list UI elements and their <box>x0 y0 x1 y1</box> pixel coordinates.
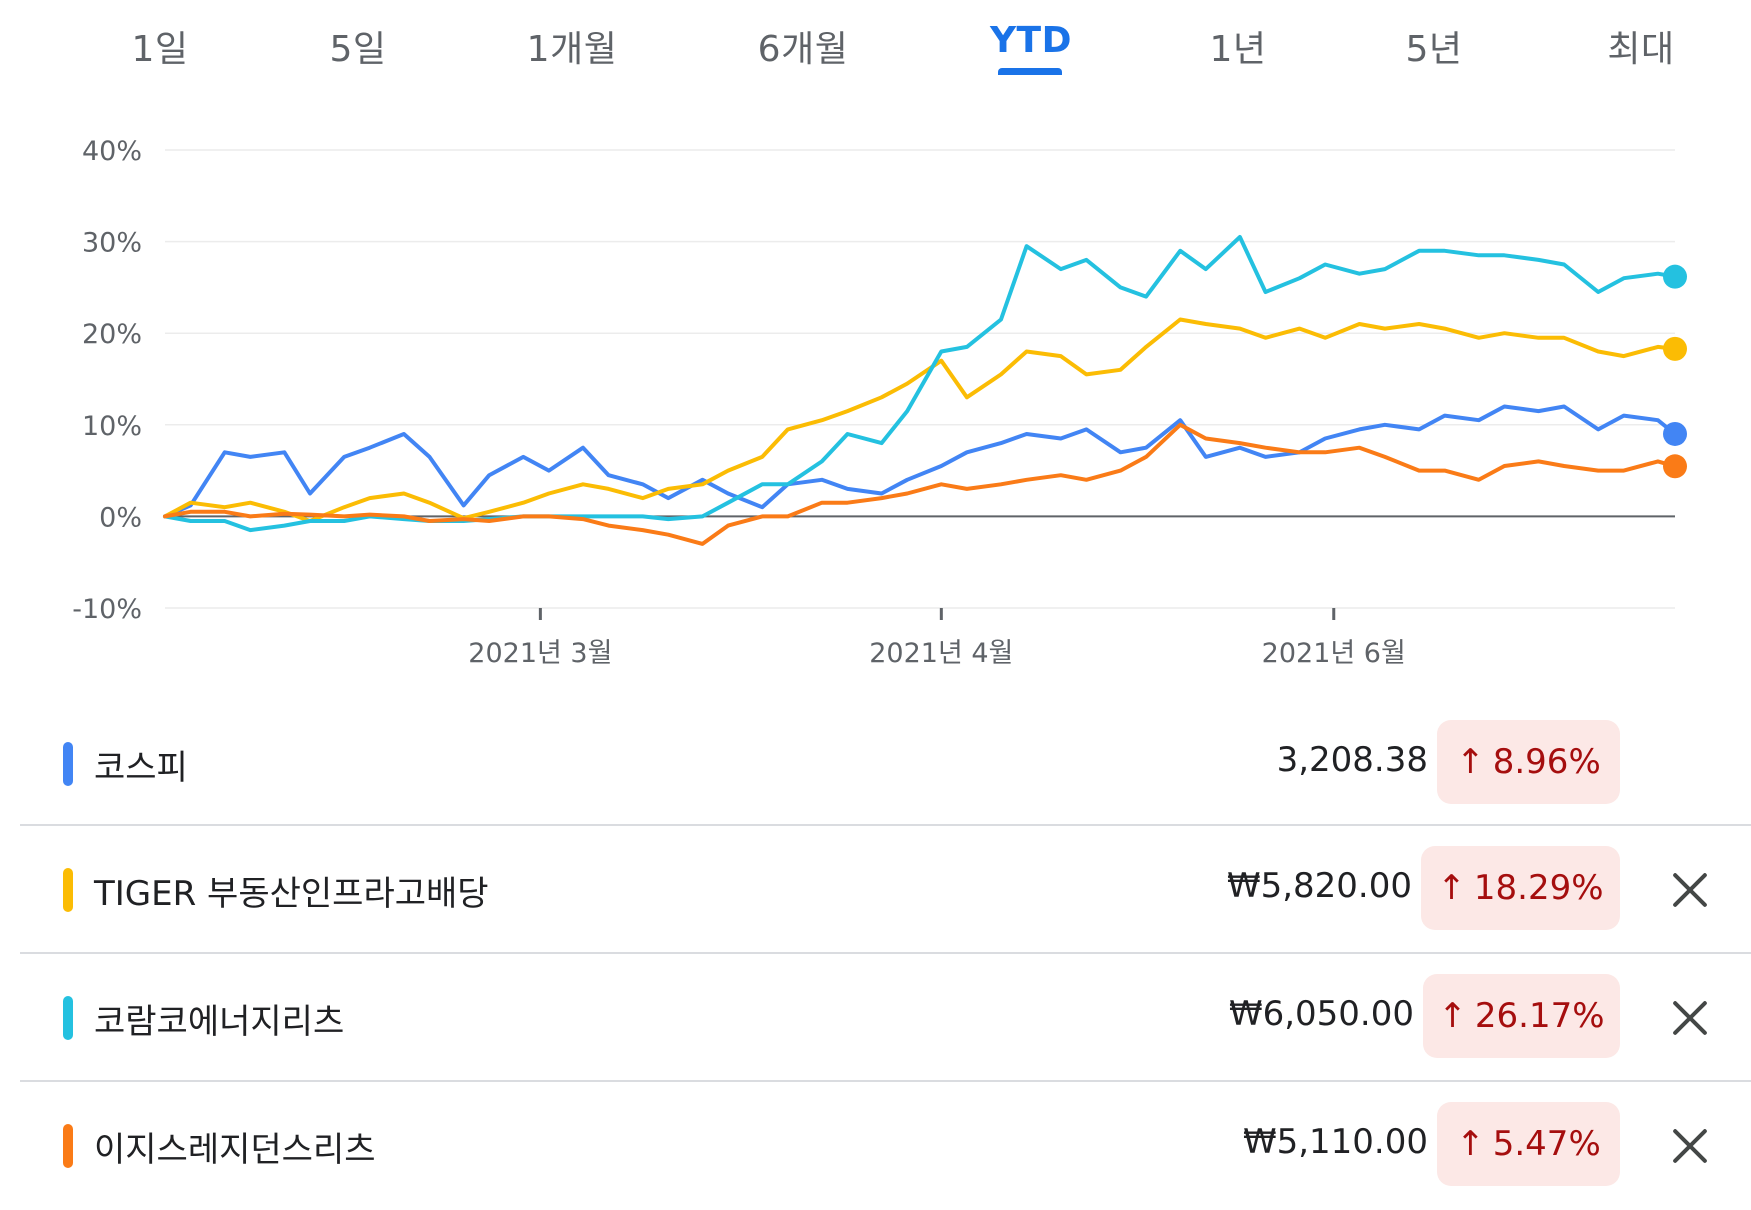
tab-1-month[interactable]: 1개월 <box>527 20 618 72</box>
series-color-swatch <box>63 1124 73 1168</box>
series-price: ₩5,110.00 <box>1242 1122 1428 1162</box>
series-name: TIGER 부동산인프라고배당 <box>94 874 489 914</box>
arrow-up-icon: ↑ <box>1438 996 1467 1036</box>
change-badge: ↑ 18.29% <box>1421 846 1620 930</box>
arrow-up-icon: ↑ <box>1437 868 1466 908</box>
series-name: 이지스레지던스리츠 <box>94 1130 376 1170</box>
close-icon[interactable] <box>1670 870 1710 910</box>
tab-5-day[interactable]: 5일 <box>329 20 386 72</box>
tab-1-day[interactable]: 1일 <box>131 20 188 72</box>
close-icon[interactable] <box>1670 998 1710 1038</box>
y-tick-label: 30% <box>82 228 142 259</box>
y-tick-label: -10% <box>72 594 142 625</box>
series-line-3 <box>163 235 1677 533</box>
change-badge: ↑ 8.96% <box>1437 720 1620 804</box>
x-tick-label: 2021년 6월 <box>1262 638 1406 669</box>
legend-row-kospi[interactable]: 코스피 3,208.38 ↑ 8.96% <box>20 700 1751 828</box>
comparison-line-chart[interactable]: 40% 30% 20% 10% 0% -10% 2021년 3월 2021년 4월 2021년 … <box>0 100 1751 690</box>
series-price: ₩6,050.00 <box>1228 994 1414 1034</box>
series-end-dot-3 <box>1663 264 1687 289</box>
y-tick-label: 40% <box>82 136 142 167</box>
series-end-dot-1 <box>1663 421 1687 446</box>
x-tick-label: 2021년 4월 <box>869 638 1013 669</box>
close-icon[interactable] <box>1670 1126 1710 1166</box>
legend-row-koramco[interactable]: 코람코에너지리츠 ₩6,050.00 ↑ 26.17% <box>20 952 1751 1082</box>
series-name: 코스피 <box>94 748 188 788</box>
series-line-4 <box>163 422 1677 546</box>
series-line-1 <box>163 404 1677 519</box>
y-tick-label: 0% <box>99 502 142 533</box>
series-color-swatch <box>63 742 73 786</box>
y-tick-label: 20% <box>82 319 142 350</box>
tab-max[interactable]: 최대 <box>1607 20 1674 72</box>
series-color-swatch <box>63 868 73 912</box>
change-badge: ↑ 5.47% <box>1437 1102 1620 1186</box>
legend-row-tiger[interactable]: TIGER 부동산인프라고배당 ₩5,820.00 ↑ 18.29% <box>20 824 1751 954</box>
active-tab-indicator <box>998 68 1062 75</box>
tab-5-year[interactable]: 5년 <box>1405 20 1462 72</box>
arrow-up-icon: ↑ <box>1456 1124 1485 1164</box>
series-price: ₩5,820.00 <box>1226 866 1412 906</box>
series-price: 3,208.38 <box>1276 740 1428 780</box>
arrow-up-icon: ↑ <box>1456 742 1485 782</box>
range-tabs: 1일 5일 1개월 6개월 YTD 1년 5년 최대 <box>0 0 1751 90</box>
change-badge: ↑ 26.17% <box>1423 974 1620 1058</box>
series-name: 코람코에너지리츠 <box>94 1002 345 1042</box>
series-end-dot-4 <box>1663 454 1687 479</box>
y-tick-label: 10% <box>82 411 142 442</box>
tab-6-month[interactable]: 6개월 <box>758 20 849 72</box>
tab-ytd[interactable]: YTD <box>990 20 1072 61</box>
series-color-swatch <box>63 996 73 1040</box>
x-tick-label: 2021년 3월 <box>468 638 612 669</box>
legend-row-igis[interactable]: 이지스레지던스리츠 ₩5,110.00 ↑ 5.47% <box>20 1080 1751 1210</box>
tab-1-year[interactable]: 1년 <box>1209 20 1266 72</box>
series-end-dot-2 <box>1663 336 1687 361</box>
